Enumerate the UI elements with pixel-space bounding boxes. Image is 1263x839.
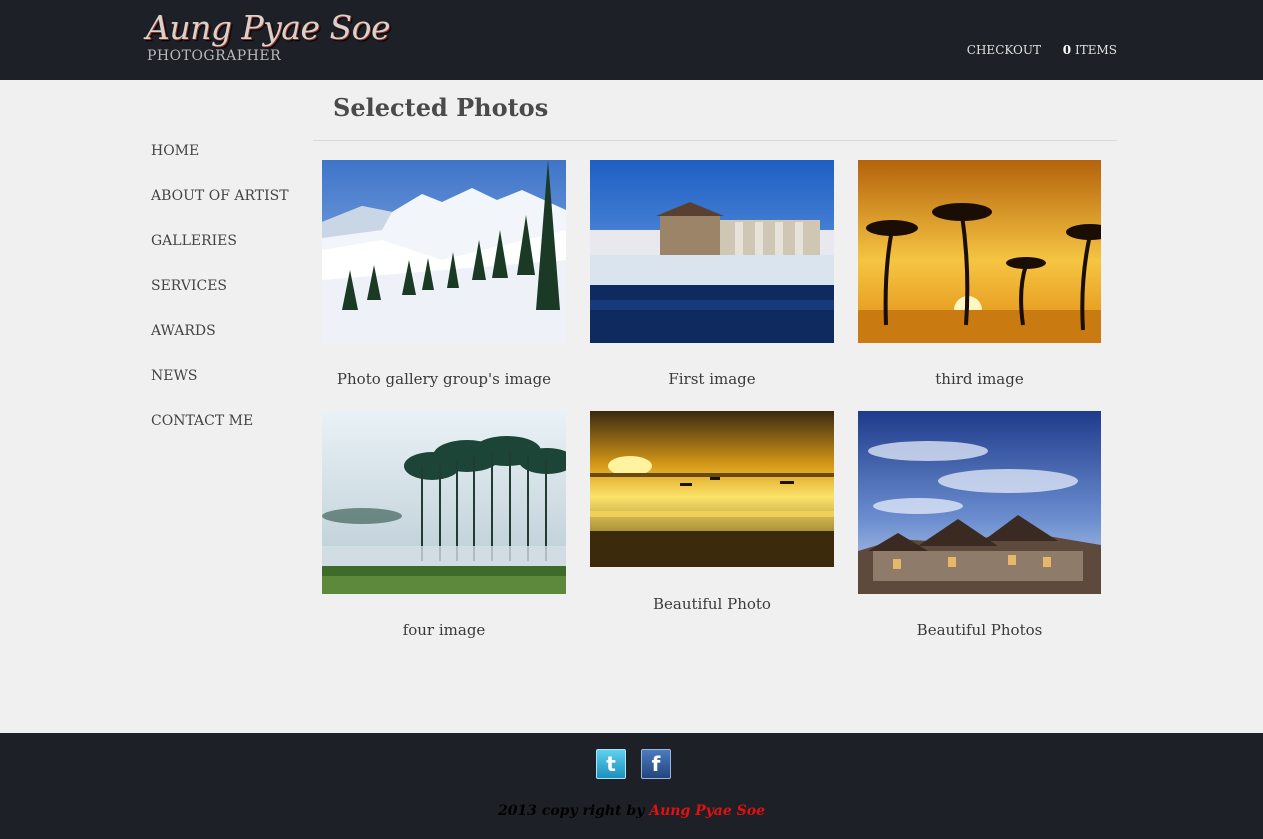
copyright-owner[interactable]: Aung Pyae Soe bbox=[649, 803, 765, 819]
photo-caption: third image bbox=[935, 370, 1024, 388]
photo-golden-sea-sunset[interactable] bbox=[590, 411, 834, 567]
nav-item-contact[interactable]: CONTACT ME bbox=[151, 413, 311, 458]
copyright: 2013 copy right by Aung Pyae Soe bbox=[0, 803, 1263, 819]
nav-item-galleries[interactable]: GALLERIES bbox=[151, 233, 311, 278]
cart-items-link[interactable]: 0 ITEMS bbox=[1063, 43, 1117, 57]
sidebar-nav: HOME ABOUT OF ARTIST GALLERIES SERVICES … bbox=[151, 143, 311, 458]
gallery-item[interactable]: Beautiful Photo bbox=[590, 411, 834, 613]
photo-caption: Photo gallery group's image bbox=[336, 370, 552, 388]
nav-item-services[interactable]: SERVICES bbox=[151, 278, 311, 323]
gallery-item[interactable]: Beautiful Photos bbox=[858, 411, 1101, 639]
photo-mill-waterfall[interactable] bbox=[590, 160, 834, 343]
gallery-item[interactable]: First image bbox=[590, 160, 834, 388]
checkout-link[interactable]: CHECKOUT bbox=[967, 43, 1041, 57]
photo-snowy-mountains[interactable] bbox=[322, 160, 566, 343]
photo-caption: Beautiful Photos bbox=[916, 621, 1043, 639]
facebook-icon[interactable]: f bbox=[641, 749, 671, 779]
cart-items-count: 0 bbox=[1062, 43, 1072, 57]
brand-subtitle: PHOTOGRAPHER bbox=[147, 48, 282, 64]
site-footer: t f 2013 copy right by Aung Pyae Soe bbox=[0, 733, 1263, 839]
gallery-item[interactable]: four image bbox=[322, 411, 566, 639]
gallery-item[interactable]: Photo gallery group's image bbox=[322, 160, 566, 388]
site-header: Aung Pyae Soe PHOTOGRAPHER CHECKOUT 0 IT… bbox=[0, 0, 1263, 80]
title-divider bbox=[313, 140, 1117, 141]
page-title: Selected Photos bbox=[333, 93, 549, 122]
nav-item-home[interactable]: HOME bbox=[151, 143, 311, 188]
copyright-prefix: 2013 copy right by bbox=[497, 803, 645, 819]
nav-item-about[interactable]: ABOUT OF ARTIST bbox=[151, 188, 311, 233]
brand-name[interactable]: Aung Pyae Soe bbox=[146, 8, 391, 47]
photo-caption: Beautiful Photo bbox=[653, 595, 771, 613]
twitter-icon[interactable]: t bbox=[596, 749, 626, 779]
photo-palm-sunset[interactable] bbox=[858, 160, 1101, 343]
photo-stone-house-sky[interactable] bbox=[858, 411, 1101, 594]
nav-item-news[interactable]: NEWS bbox=[151, 368, 311, 413]
photo-caption: four image bbox=[402, 621, 486, 639]
header-links: CHECKOUT 0 ITEMS bbox=[967, 43, 1117, 57]
photo-misty-forest[interactable] bbox=[322, 411, 566, 594]
nav-item-awards[interactable]: AWARDS bbox=[151, 323, 311, 368]
photo-caption: First image bbox=[668, 370, 756, 388]
gallery-item[interactable]: third image bbox=[858, 160, 1101, 388]
cart-items-label: ITEMS bbox=[1074, 43, 1117, 57]
